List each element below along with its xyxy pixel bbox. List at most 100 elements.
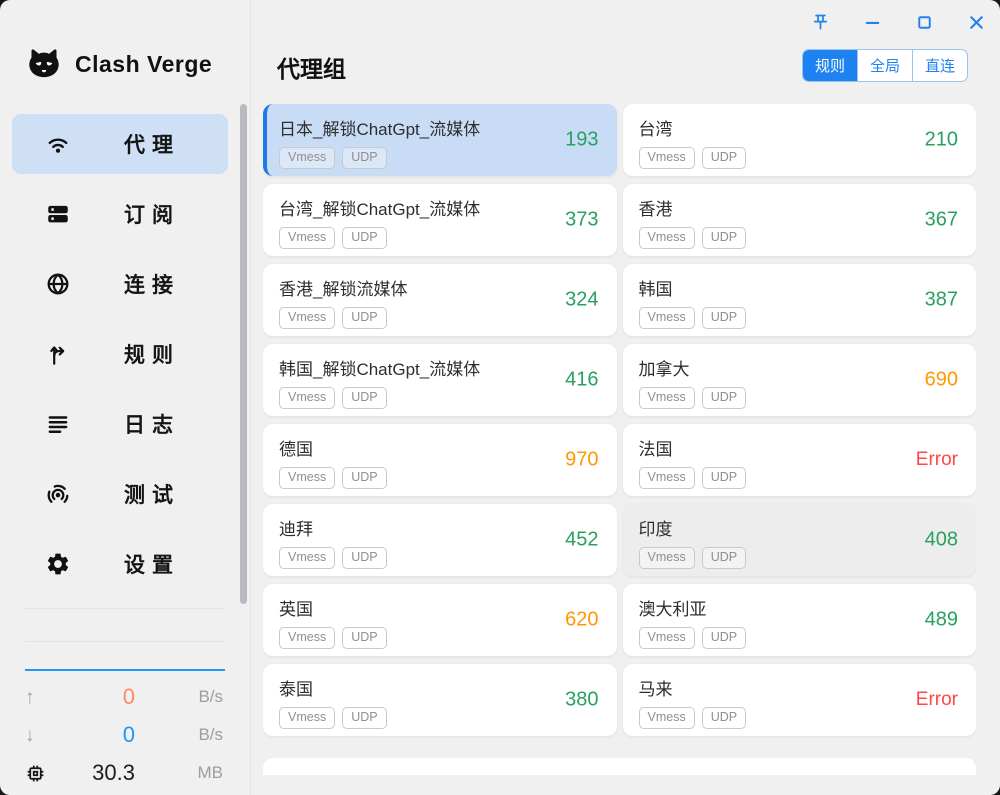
proxy-card[interactable]: 印度 Vmess UDP 408 xyxy=(623,504,977,576)
latency-value: 373 xyxy=(565,209,598,232)
wifi-icon xyxy=(45,131,71,157)
minimize-icon xyxy=(862,12,883,33)
proxy-tags: Vmess UDP xyxy=(279,547,601,569)
page-title: 代理组 xyxy=(277,50,346,84)
proxy-card[interactable]: 迪拜 Vmess UDP 452 xyxy=(263,504,617,576)
proxy-card[interactable]: 泰国 Vmess UDP 380 xyxy=(263,664,617,736)
udp-badge: UDP xyxy=(702,547,746,569)
arrow-down-icon: ↓ xyxy=(25,726,53,745)
sidebar-item-test[interactable]: 测试 xyxy=(12,464,228,524)
protocol-badge: Vmess xyxy=(639,147,695,169)
proxy-card[interactable]: 澳大利亚 Vmess UDP 489 xyxy=(623,584,977,656)
udp-badge: UDP xyxy=(702,707,746,729)
subscription-icon xyxy=(45,201,71,227)
latency-value: 416 xyxy=(565,369,598,392)
sidebar-item-proxies[interactable]: 代理 xyxy=(12,114,228,174)
log-lines-icon xyxy=(45,411,71,437)
latency-value: 367 xyxy=(925,209,958,232)
proxy-name: 法国 xyxy=(639,435,961,460)
tab-rule-mode[interactable]: 规则 xyxy=(803,50,857,81)
udp-badge: UDP xyxy=(702,227,746,249)
udp-badge: UDP xyxy=(702,627,746,649)
latency-value: 620 xyxy=(565,609,598,632)
proxy-name: 香港 xyxy=(639,195,961,220)
download-row: ↓ 0 B/s xyxy=(25,716,223,754)
proxy-list-viewport: 日本_解锁ChatGpt_流媒体 Vmess UDP 193 台湾 Vmess … xyxy=(263,96,976,775)
udp-badge: UDP xyxy=(342,227,386,249)
proxy-card[interactable]: 德国 Vmess UDP 970 xyxy=(263,424,617,496)
proxy-card[interactable]: 日本_解锁ChatGpt_流媒体 Vmess UDP 193 xyxy=(263,104,617,176)
protocol-badge: Vmess xyxy=(639,547,695,569)
protocol-badge: Vmess xyxy=(279,547,335,569)
upload-value: 0 xyxy=(53,684,135,710)
proxy-name: 韩国 xyxy=(639,275,961,300)
pin-button[interactable] xyxy=(808,9,832,35)
app-title: Clash Verge xyxy=(75,51,212,78)
tab-global-mode[interactable]: 全局 xyxy=(857,50,912,81)
proxy-tags: Vmess UDP xyxy=(279,627,601,649)
sidebar-item-logs[interactable]: 日志 xyxy=(12,394,228,454)
proxy-grid: 日本_解锁ChatGpt_流媒体 Vmess UDP 193 台湾 Vmess … xyxy=(263,96,976,736)
proxy-tags: Vmess UDP xyxy=(639,707,961,729)
udp-badge: UDP xyxy=(342,147,386,169)
main-area: 代理组 规则 全局 直连 日本_解锁ChatGpt_流媒体 Vmess UDP … xyxy=(250,0,1000,795)
protocol-badge: Vmess xyxy=(639,387,695,409)
latency-value: Error xyxy=(916,689,958,711)
proxy-card[interactable]: 韩国_解锁ChatGpt_流媒体 Vmess UDP 416 xyxy=(263,344,617,416)
latency-value: 193 xyxy=(565,129,598,152)
udp-badge: UDP xyxy=(702,307,746,329)
latency-value: 452 xyxy=(565,529,598,552)
traffic-stats: ↑ 0 B/s ↓ 0 B/s 30.3 MB xyxy=(25,678,223,792)
proxy-card[interactable]: 香港 Vmess UDP 367 xyxy=(623,184,977,256)
proxy-card[interactable]: 韩国 Vmess UDP 387 xyxy=(623,264,977,336)
sidebar-item-rules[interactable]: 规则 xyxy=(12,324,228,384)
protocol-badge: Vmess xyxy=(279,627,335,649)
maximize-icon xyxy=(914,12,935,33)
protocol-badge: Vmess xyxy=(639,467,695,489)
memory-row: 30.3 MB xyxy=(25,754,223,792)
sidebar-item-connections[interactable]: 连接 xyxy=(12,254,228,314)
udp-badge: UDP xyxy=(702,387,746,409)
proxy-card[interactable]: 加拿大 Vmess UDP 690 xyxy=(623,344,977,416)
proxy-card[interactable]: 台湾 Vmess UDP 210 xyxy=(623,104,977,176)
proxy-card[interactable]: 英国 Vmess UDP 620 xyxy=(263,584,617,656)
app-logo: Clash Verge xyxy=(24,44,212,84)
close-button[interactable] xyxy=(964,9,988,35)
proxy-card[interactable]: 香港_解锁流媒体 Vmess UDP 324 xyxy=(263,264,617,336)
proxy-tags: Vmess UDP xyxy=(279,307,601,329)
proxy-name: 台湾 xyxy=(639,115,961,140)
sidebar-item-settings[interactable]: 设置 xyxy=(12,534,228,594)
globe-icon xyxy=(45,271,71,297)
memory-value: 30.3 xyxy=(53,760,135,786)
latency-value: 380 xyxy=(565,689,598,712)
sidebar-item-profiles[interactable]: 订阅 xyxy=(12,184,228,244)
udp-badge: UDP xyxy=(342,627,386,649)
proxy-name: 英国 xyxy=(279,595,601,620)
minimize-button[interactable] xyxy=(860,9,884,35)
download-unit: B/s xyxy=(135,725,223,745)
sidebar-item-label: 连接 xyxy=(124,269,180,299)
sidebar-item-label: 订阅 xyxy=(124,199,180,229)
proxy-card[interactable]: 法国 Vmess UDP Error xyxy=(623,424,977,496)
proxy-tags: Vmess UDP xyxy=(639,227,961,249)
proxy-name: 香港_解锁流媒体 xyxy=(279,275,601,300)
proxy-card[interactable]: 台湾_解锁ChatGpt_流媒体 Vmess UDP 373 xyxy=(263,184,617,256)
traffic-gridline xyxy=(25,608,225,609)
sidebar-item-label: 设置 xyxy=(124,549,180,579)
maximize-button[interactable] xyxy=(912,9,936,35)
latency-value: 324 xyxy=(565,289,598,312)
upload-row: ↑ 0 B/s xyxy=(25,678,223,716)
latency-value: 387 xyxy=(925,289,958,312)
tethering-icon xyxy=(45,481,71,507)
tab-direct-mode[interactable]: 直连 xyxy=(912,50,967,81)
proxy-card[interactable]: 马来 Vmess UDP Error xyxy=(623,664,977,736)
udp-badge: UDP xyxy=(342,387,386,409)
protocol-badge: Vmess xyxy=(639,227,695,249)
sidebar-item-label: 测试 xyxy=(124,479,180,509)
traffic-gridline xyxy=(25,641,225,642)
sidebar-scrollbar[interactable] xyxy=(240,104,247,604)
next-group-card-partial[interactable] xyxy=(263,758,976,775)
protocol-badge: Vmess xyxy=(279,467,335,489)
latency-value: 210 xyxy=(925,129,958,152)
protocol-badge: Vmess xyxy=(639,707,695,729)
